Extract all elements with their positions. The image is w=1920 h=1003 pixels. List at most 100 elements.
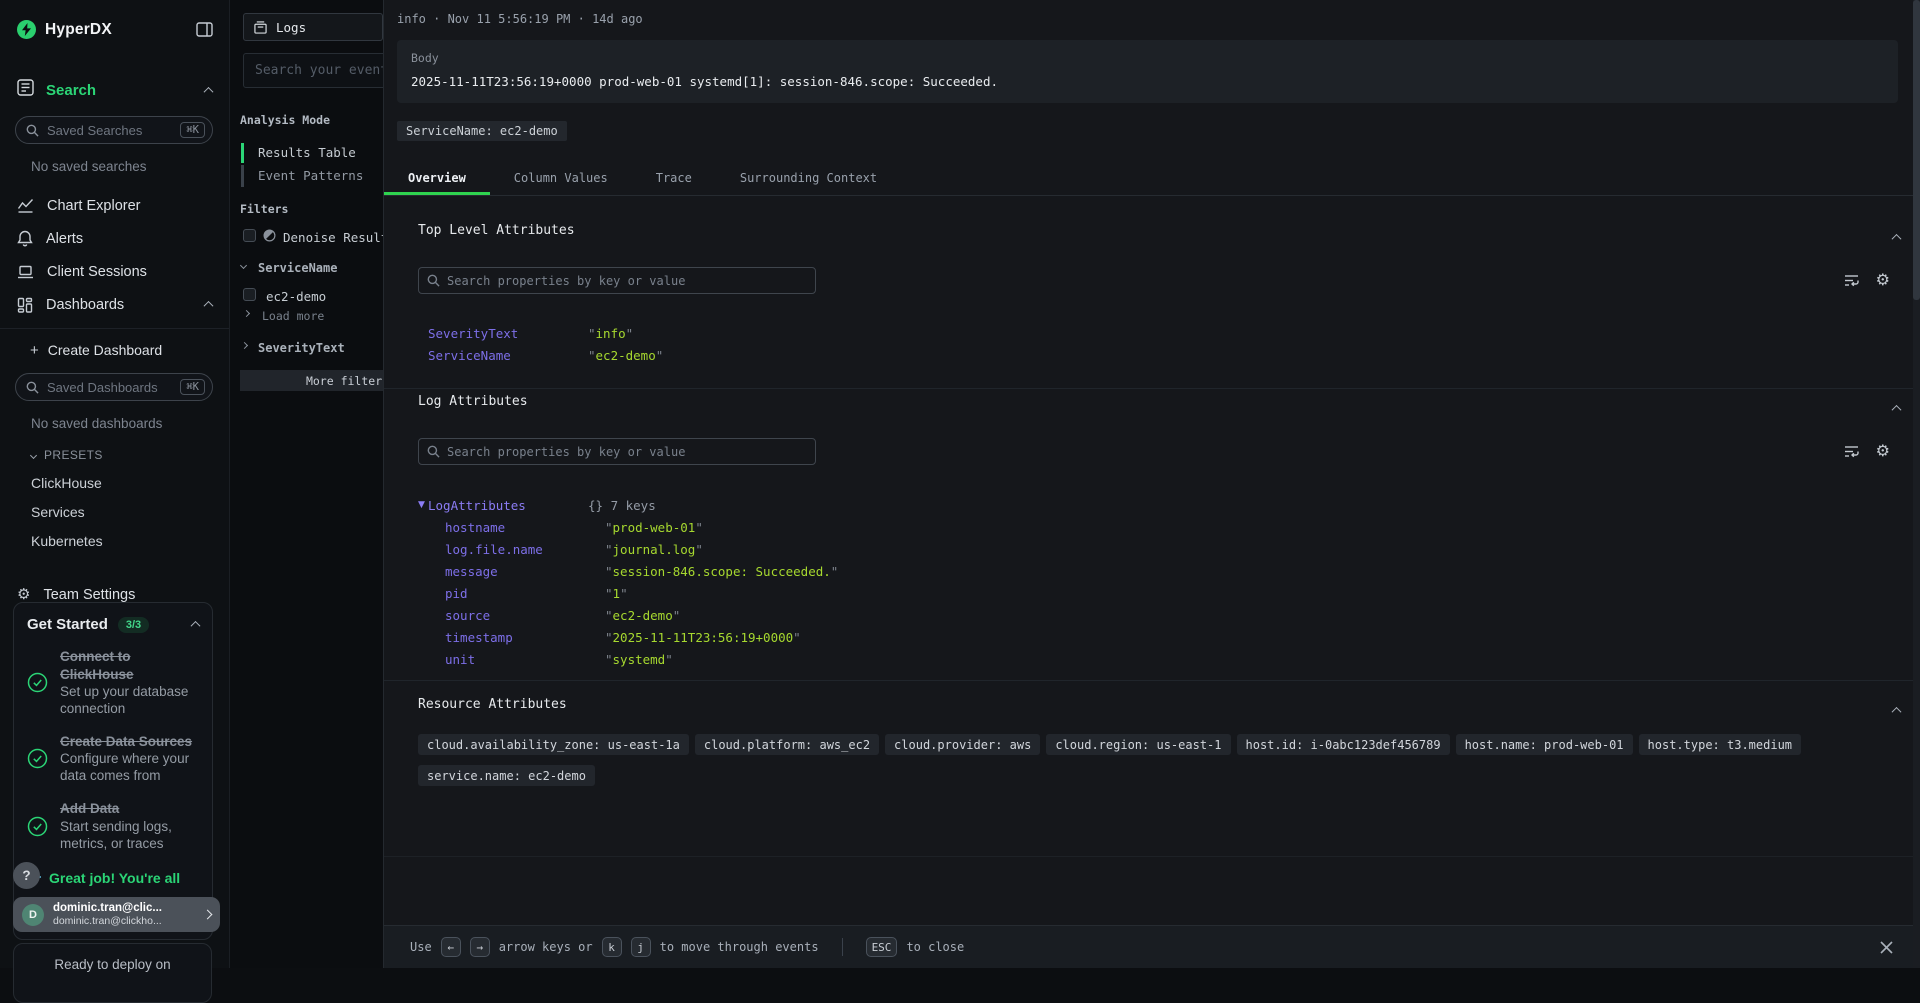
collapse-sidebar-icon[interactable] bbox=[196, 22, 213, 37]
sidebar-item-dashboards[interactable]: Dashboards bbox=[0, 288, 229, 321]
attribute-value[interactable]: ec2-demo bbox=[588, 348, 663, 363]
attribute-row[interactable]: ServiceName ec2-demo bbox=[428, 344, 663, 366]
source-selector-button[interactable]: Logs bbox=[243, 13, 383, 41]
saved-searches-input[interactable]: Saved Searches ⌘K bbox=[15, 116, 213, 144]
close-icon[interactable] bbox=[1879, 940, 1894, 955]
scrollbar-thumb[interactable] bbox=[1913, 0, 1920, 300]
mode-results-table[interactable]: Results Table bbox=[258, 145, 356, 160]
attribute-value[interactable]: ec2-demo bbox=[605, 608, 680, 623]
attribute-key[interactable]: timestamp bbox=[445, 630, 605, 645]
attribute-key[interactable]: log.file.name bbox=[445, 542, 605, 557]
attribute-row[interactable]: message session-846.scope: Succeeded. bbox=[418, 560, 838, 582]
service-name-chip[interactable]: ServiceName: ec2-demo bbox=[397, 121, 567, 141]
attribute-key[interactable]: LogAttributes bbox=[428, 498, 588, 513]
drawer-footer: Use ← → arrow keys or k j to move throug… bbox=[384, 925, 1920, 968]
attribute-key[interactable]: unit bbox=[445, 652, 605, 667]
collapse-section-button[interactable] bbox=[1893, 699, 1900, 718]
denoise-checkbox[interactable] bbox=[243, 229, 256, 242]
attribute-key[interactable]: ServiceName bbox=[428, 348, 588, 363]
attribute-key[interactable]: source bbox=[445, 608, 605, 623]
resource-chip[interactable]: cloud.region: us-east-1 bbox=[1046, 734, 1230, 755]
chevron-up-icon bbox=[204, 86, 214, 96]
tab-surrounding-context[interactable]: Surrounding Context bbox=[716, 160, 901, 195]
nav-label: Dashboards bbox=[46, 297, 124, 313]
wrap-lines-icon[interactable] bbox=[1844, 445, 1859, 458]
resource-chip[interactable]: host.name: prod-web-01 bbox=[1456, 734, 1633, 755]
collapse-section-button[interactable] bbox=[1893, 226, 1900, 245]
user-name: dominic.tran@clic... bbox=[53, 901, 162, 915]
attribute-row[interactable]: hostname prod-web-01 bbox=[418, 516, 838, 538]
get-started-item[interactable]: Create Data Sources Configure where your… bbox=[27, 733, 199, 785]
resource-chip[interactable]: host.type: t3.medium bbox=[1639, 734, 1802, 755]
resource-chip[interactable]: host.id: i-0abc123def456789 bbox=[1237, 734, 1450, 755]
user-account-button[interactable]: D dominic.tran@clic... dominic.tran@clic… bbox=[13, 897, 220, 932]
sidebar-item-client-sessions[interactable]: Client Sessions bbox=[0, 255, 229, 288]
attribute-key[interactable]: pid bbox=[445, 586, 605, 601]
preset-clickhouse[interactable]: ClickHouse bbox=[31, 475, 229, 491]
sidebar-item-alerts[interactable]: Alerts bbox=[0, 222, 229, 255]
sidebar-header: HyperDX bbox=[0, 0, 229, 39]
attribute-value[interactable]: 2025-11-11T23:56:19+0000 bbox=[605, 630, 801, 645]
section-actions: ⚙ bbox=[1844, 272, 1890, 288]
ec2-demo-checkbox[interactable] bbox=[243, 288, 256, 301]
log-attributes-search-input[interactable] bbox=[418, 438, 816, 465]
mode-event-patterns[interactable]: Event Patterns bbox=[258, 168, 363, 183]
attribute-row[interactable]: timestamp 2025-11-11T23:56:19+0000 bbox=[418, 626, 838, 648]
resource-chip[interactable]: cloud.provider: aws bbox=[885, 734, 1040, 755]
attribute-row[interactable]: SeverityText info bbox=[428, 322, 663, 344]
resource-chip[interactable]: service.name: ec2-demo bbox=[418, 765, 595, 786]
resource-chip[interactable]: cloud.availability_zone: us-east-1a bbox=[418, 734, 689, 755]
tab-column-values[interactable]: Column Values bbox=[490, 160, 632, 195]
saved-dashboards-input[interactable]: Saved Dashboards ⌘K bbox=[15, 373, 213, 401]
chevron-right-icon[interactable] bbox=[241, 342, 248, 349]
top-level-search-input[interactable] bbox=[418, 267, 816, 294]
collapse-section-button[interactable] bbox=[1893, 397, 1900, 416]
attribute-key[interactable]: message bbox=[445, 564, 605, 579]
get-started-item[interactable]: Add Data Start sending logs, metrics, or… bbox=[27, 800, 199, 852]
scrollbar[interactable] bbox=[1913, 0, 1920, 968]
event-search-input[interactable] bbox=[243, 53, 403, 88]
chevron-down-icon[interactable] bbox=[240, 262, 247, 269]
section-title-top-level: Top Level Attributes bbox=[418, 223, 575, 238]
attribute-row[interactable]: log.file.name journal.log bbox=[418, 538, 838, 560]
tab-overview[interactable]: Overview bbox=[384, 160, 490, 195]
load-more-link[interactable]: Load more bbox=[262, 309, 324, 323]
filter-group-servicename[interactable]: ServiceName bbox=[258, 261, 337, 275]
attribute-value[interactable]: prod-web-01 bbox=[605, 520, 703, 535]
search-filter-panel: Logs Analysis Mode Results Table Event P… bbox=[230, 0, 383, 968]
attribute-value[interactable]: 1 bbox=[605, 586, 628, 601]
get-started-header[interactable]: Get Started 3/3 bbox=[27, 603, 199, 633]
get-started-item[interactable]: Connect to ClickHouse Set up your databa… bbox=[27, 648, 199, 718]
attribute-row[interactable]: unit systemd bbox=[418, 648, 838, 670]
tab-trace[interactable]: Trace bbox=[632, 160, 716, 195]
filter-group-severitytext[interactable]: SeverityText bbox=[258, 341, 345, 355]
create-dashboard-button[interactable]: + Create Dashboard bbox=[0, 329, 229, 358]
attribute-value[interactable]: journal.log bbox=[605, 542, 703, 557]
attribute-key[interactable]: hostname bbox=[445, 520, 605, 535]
kbd-shortcut: ⌘K bbox=[180, 379, 205, 395]
attribute-value[interactable]: systemd bbox=[605, 652, 673, 667]
help-button[interactable]: ? bbox=[13, 862, 40, 889]
search-icon bbox=[26, 381, 39, 394]
filter-value-ec2-demo[interactable]: ec2-demo bbox=[266, 289, 326, 304]
attribute-value[interactable]: session-846.scope: Succeeded. bbox=[605, 564, 838, 579]
resource-chip[interactable]: cloud.platform: aws_ec2 bbox=[695, 734, 879, 755]
presets-toggle[interactable]: PRESETS bbox=[31, 448, 229, 462]
tree-root-row[interactable]: ▼ LogAttributes {} 7 keys bbox=[418, 494, 838, 516]
gear-icon[interactable]: ⚙ bbox=[1876, 443, 1890, 459]
caret-down-icon[interactable]: ▼ bbox=[418, 500, 428, 510]
attribute-value[interactable]: info bbox=[588, 326, 633, 341]
preset-kubernetes[interactable]: Kubernetes bbox=[31, 533, 229, 549]
avatar: D bbox=[22, 904, 44, 926]
attribute-row[interactable]: pid 1 bbox=[418, 582, 838, 604]
preset-services[interactable]: Services bbox=[31, 504, 229, 520]
attribute-key[interactable]: SeverityText bbox=[428, 326, 588, 341]
sidebar-item-chart-explorer[interactable]: Chart Explorer bbox=[0, 189, 229, 222]
search-section-icon bbox=[17, 79, 34, 101]
gear-icon[interactable]: ⚙ bbox=[1876, 272, 1890, 288]
attribute-row[interactable]: source ec2-demo bbox=[418, 604, 838, 626]
chevron-right-icon[interactable] bbox=[243, 310, 250, 317]
wrap-lines-icon[interactable] bbox=[1844, 274, 1859, 287]
section-title-resource-attributes: Resource Attributes bbox=[418, 697, 567, 712]
sidebar-item-search[interactable]: Search bbox=[0, 79, 229, 101]
